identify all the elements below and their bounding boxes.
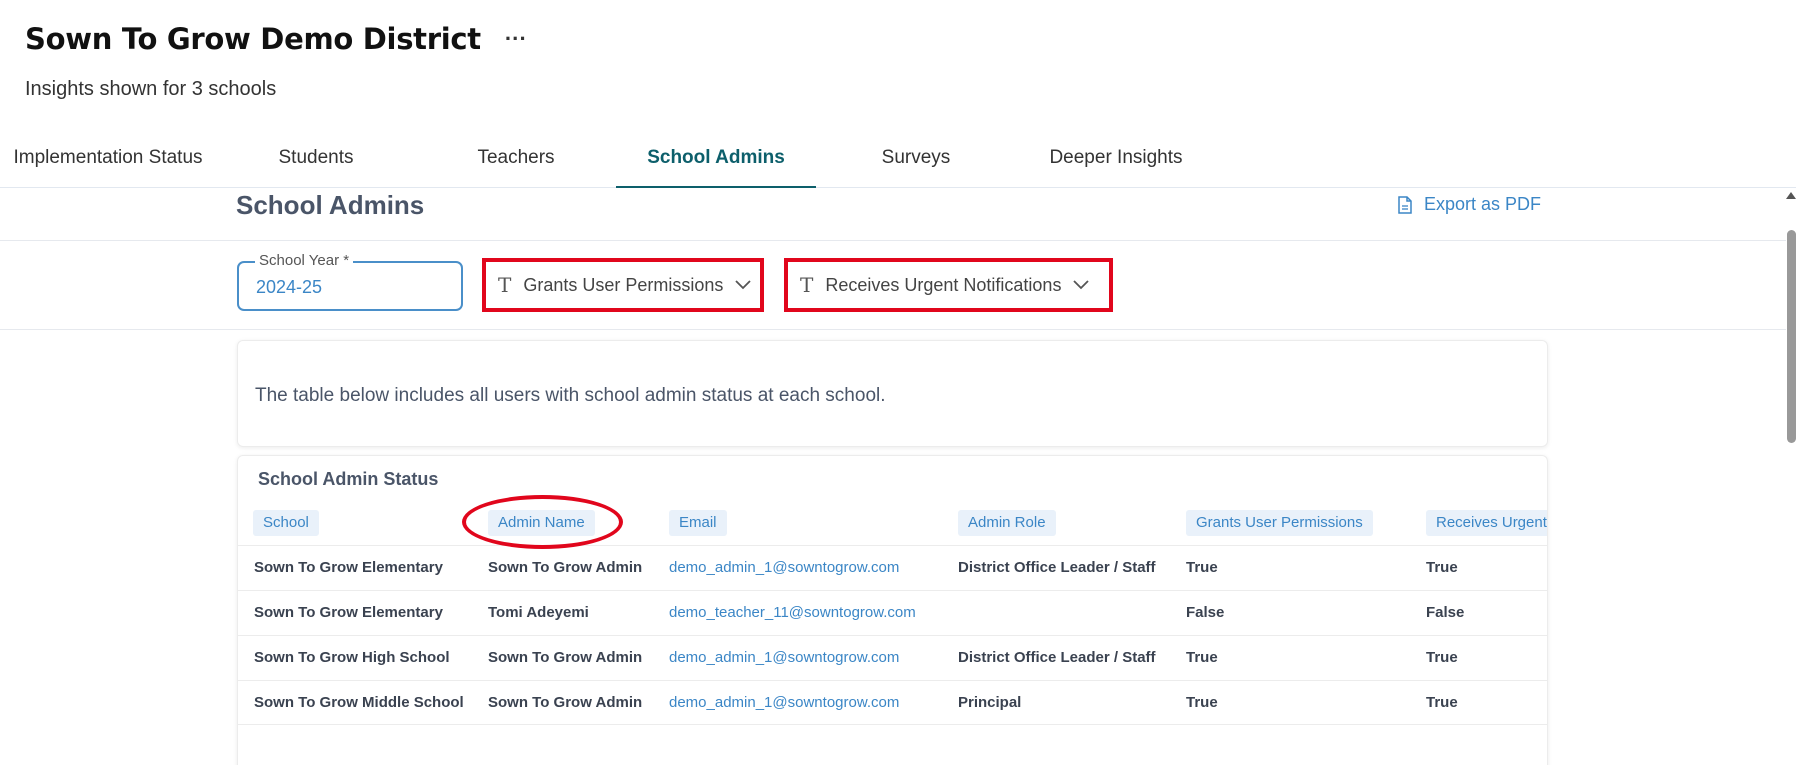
school-year-value: 2024-25	[256, 277, 323, 297]
tab-surveys[interactable]: Surveys	[816, 140, 1016, 188]
column-header-school[interactable]: School	[253, 510, 319, 536]
cell-receives-urgent: True	[1426, 559, 1458, 576]
column-header-admin-name[interactable]: Admin Name	[488, 510, 595, 536]
tab-bar: Implementation Status Students Teachers …	[0, 140, 1796, 188]
cell-admin-name: Sown To Grow Admin	[488, 694, 643, 711]
cell-grants-permissions: True	[1186, 649, 1218, 666]
insights-subtitle: Insights shown for 3 schools	[25, 78, 277, 100]
cell-receives-urgent: True	[1426, 694, 1458, 711]
table-row: Sown To Grow Elementary Sown To Grow Adm…	[238, 545, 1547, 591]
grants-user-permissions-dropdown[interactable]: T Grants User Permissions	[482, 258, 764, 312]
export-label: Export as PDF	[1424, 194, 1542, 214]
cell-receives-urgent: False	[1426, 604, 1465, 621]
scroll-up-arrow-icon[interactable]	[1786, 192, 1796, 199]
cell-receives-urgent: True	[1426, 649, 1458, 666]
cell-admin-role: District Office Leader / Staff	[958, 649, 1156, 666]
table-row: Sown To Grow Elementary Tomi Adeyemi dem…	[238, 590, 1547, 636]
table-title: School Admin Status	[258, 469, 439, 489]
export-pdf-button[interactable]: Export as PDF	[1398, 194, 1541, 215]
cell-school: Sown To Grow Elementary	[254, 559, 443, 576]
table-row: Sown To Grow Middle School Sown To Grow …	[238, 680, 1547, 726]
page-header: Sown To Grow Demo District ··· Insights …	[25, 22, 527, 101]
tab-deeper-insights[interactable]: Deeper Insights	[1016, 140, 1216, 188]
cell-grants-permissions: True	[1186, 694, 1218, 711]
cell-grants-permissions: False	[1186, 604, 1225, 621]
cell-admin-name: Tomi Adeyemi	[488, 604, 589, 621]
cell-admin-name: Sown To Grow Admin	[488, 649, 643, 666]
cell-admin-role: Principal	[958, 694, 1022, 711]
text-type-icon: T	[498, 273, 512, 297]
urgent-dropdown-label: Receives Urgent Notifications	[825, 274, 1062, 295]
ellipsis-icon[interactable]: ···	[505, 28, 527, 50]
column-header-admin-role[interactable]: Admin Role	[958, 510, 1056, 536]
cell-email-link[interactable]: demo_admin_1@sowntogrow.com	[669, 681, 899, 726]
tab-implementation-status[interactable]: Implementation Status	[0, 140, 216, 188]
chevron-down-icon	[1073, 280, 1090, 290]
district-title: Sown To Grow Demo District	[25, 22, 481, 56]
scrollbar-thumb[interactable]	[1787, 230, 1796, 443]
school-admin-table: School Admin Status School Admin Name Em…	[237, 455, 1548, 765]
tab-teachers[interactable]: Teachers	[416, 140, 616, 188]
page-title: School Admins	[236, 190, 425, 220]
school-year-label: School Year *	[255, 252, 354, 269]
text-type-icon: T	[800, 273, 814, 297]
document-icon	[1398, 195, 1412, 214]
column-header-grants-user-permissions[interactable]: Grants User Permissions	[1186, 510, 1373, 536]
cell-grants-permissions: True	[1186, 559, 1218, 576]
cell-email-link[interactable]: demo_admin_1@sowntogrow.com	[669, 546, 899, 591]
column-header-receives-urgent[interactable]: Receives Urgent	[1426, 510, 1547, 536]
cell-school: Sown To Grow Elementary	[254, 604, 443, 621]
cell-admin-role: District Office Leader / Staff	[958, 559, 1156, 576]
receives-urgent-notifications-dropdown[interactable]: T Receives Urgent Notifications	[784, 258, 1113, 312]
cell-school: Sown To Grow High School	[254, 649, 450, 666]
info-card: The table below includes all users with …	[237, 340, 1548, 447]
cell-admin-name: Sown To Grow Admin	[488, 559, 643, 576]
cell-email-link[interactable]: demo_admin_1@sowntogrow.com	[669, 636, 899, 681]
school-year-select[interactable]: School Year * 2024-25	[237, 252, 463, 311]
cell-school: Sown To Grow Middle School	[254, 694, 464, 711]
column-header-email[interactable]: Email	[669, 510, 727, 536]
info-text: The table below includes all users with …	[255, 385, 886, 406]
chevron-down-icon	[735, 280, 752, 290]
table-row: Sown To Grow High School Sown To Grow Ad…	[238, 635, 1547, 681]
tab-school-admins[interactable]: School Admins	[616, 140, 816, 188]
tab-students[interactable]: Students	[216, 140, 416, 188]
grants-dropdown-label: Grants User Permissions	[523, 274, 724, 295]
cell-email-link[interactable]: demo_teacher_11@sowntogrow.com	[669, 591, 916, 636]
